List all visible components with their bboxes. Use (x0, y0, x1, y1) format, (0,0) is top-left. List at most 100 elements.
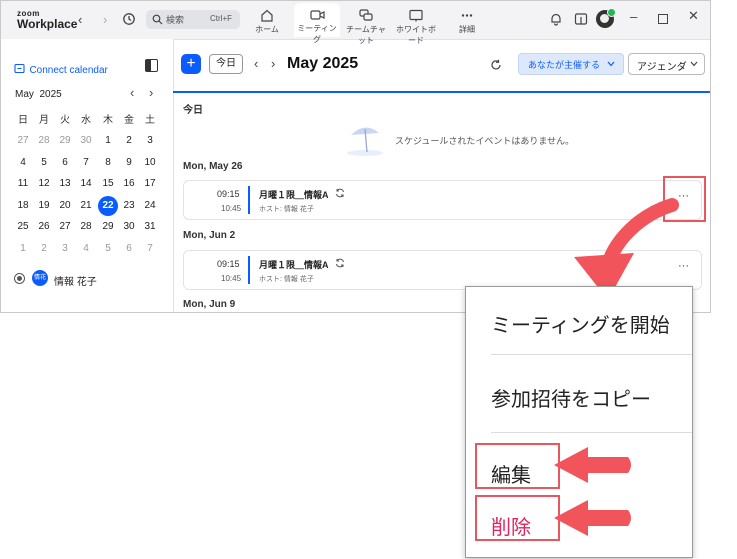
maximize-icon[interactable] (658, 14, 668, 24)
forward-arrow-icon[interactable]: › (103, 12, 107, 27)
meeting-start-time: 09:15 (217, 259, 240, 269)
new-meeting-button[interactable]: + (181, 54, 201, 74)
calendar-day[interactable]: 23 (118, 196, 140, 216)
close-icon[interactable]: ✕ (688, 8, 699, 24)
calendar-day[interactable]: 15 (97, 174, 119, 194)
search-icon (152, 14, 163, 25)
calendar-day-selected[interactable]: 22 (98, 195, 118, 216)
calendar-day[interactable]: 18 (12, 196, 34, 216)
weekday-label: 金 (124, 115, 134, 126)
tab-team-chat[interactable]: チームチャット (343, 3, 389, 45)
sidebar: Connect calendar May 2025 ‹ › 情花 情報 花子 日… (1, 39, 174, 312)
calendar-day[interactable]: 13 (54, 174, 76, 194)
weekday-label: 日 (18, 115, 28, 126)
calendar-day[interactable]: 6 (118, 239, 140, 259)
calendar-day[interactable]: 2 (118, 131, 140, 151)
tab-meetings[interactable]: ミーティング (294, 3, 340, 44)
whiteboard-icon (409, 9, 423, 22)
calendar-day[interactable]: 25 (12, 217, 34, 237)
history-icon[interactable] (122, 12, 136, 31)
beach-umbrella-icon (345, 123, 385, 162)
tab-more[interactable]: 詳細 (444, 3, 490, 37)
calendar-day[interactable]: 4 (75, 239, 97, 259)
prev-period-icon[interactable]: ‹ (254, 56, 258, 71)
refresh-icon[interactable] (490, 58, 502, 76)
view-select[interactable]: アジェンダ (628, 53, 705, 75)
calendar-day[interactable]: 21 (75, 196, 97, 216)
meeting-end-time: 10:45 (221, 204, 242, 213)
calendar-radio[interactable] (14, 273, 25, 284)
back-arrow-icon[interactable]: ‹ (78, 12, 82, 27)
weekday-label: 土 (145, 115, 155, 126)
meeting-host: ホスト: 情報 花子 (259, 206, 314, 213)
calendar-day[interactable]: 28 (33, 131, 55, 151)
calendar-day[interactable]: 27 (54, 217, 76, 237)
prev-month-icon[interactable]: ‹ (130, 85, 134, 100)
meeting-end-time: 10:45 (221, 274, 242, 283)
calendar-day[interactable]: 8 (97, 153, 119, 173)
sidebar-toggle-icon[interactable] (145, 59, 158, 72)
tab-home-label: ホーム (255, 25, 279, 34)
tab-home[interactable]: ホーム (244, 3, 290, 37)
calendar-day[interactable]: 19 (33, 196, 55, 216)
month-label: May (15, 89, 34, 100)
search-placeholder: 検索 (166, 15, 185, 25)
calendar-day[interactable]: 10 (139, 153, 161, 173)
host-filter-label: あなたが主催する (528, 60, 601, 70)
calendar-day[interactable]: 28 (75, 217, 97, 237)
calendar-day[interactable]: 24 (139, 196, 161, 216)
calendar-day[interactable]: 3 (54, 239, 76, 259)
calendar-day[interactable]: 30 (118, 217, 140, 237)
calendar-day[interactable]: 16 (118, 174, 140, 194)
host-filter-dropdown[interactable]: あなたが主催する (518, 53, 624, 75)
date-heading: Mon, Jun 9 (183, 299, 236, 310)
avatar[interactable] (596, 8, 616, 28)
calendar-day[interactable]: 4 (12, 153, 34, 173)
calendar-day[interactable]: 17 (139, 174, 161, 194)
calendar-day[interactable]: 12 (33, 174, 55, 194)
minimize-icon[interactable]: – (630, 9, 637, 24)
meeting-accent-bar (248, 186, 250, 214)
calendar-day[interactable]: 2 (33, 239, 55, 259)
next-month-icon[interactable]: › (149, 85, 153, 100)
recurring-icon (336, 188, 344, 198)
meeting-title: 月曜１限＿情報A (259, 190, 329, 200)
calendar-day[interactable]: 26 (33, 217, 55, 237)
calendar-day[interactable]: 31 (139, 217, 161, 237)
calendar-day[interactable]: 5 (97, 239, 119, 259)
search-input[interactable]: 検索 Ctrl+F (146, 10, 240, 29)
calendar-day[interactable]: 11 (12, 174, 34, 194)
calendar-day[interactable]: 30 (75, 131, 97, 151)
calendar-day[interactable]: 29 (97, 217, 119, 237)
calendar-day[interactable]: 20 (54, 196, 76, 216)
connect-calendar-link[interactable]: Connect calendar (14, 60, 108, 78)
copy-invite-menu-item[interactable]: 参加招待をコピー (491, 383, 651, 412)
calendar-day[interactable]: 1 (97, 131, 119, 151)
calendar-day[interactable]: 14 (75, 174, 97, 194)
calendar-app-icon[interactable] (574, 12, 588, 31)
menu-divider (491, 354, 692, 355)
calendar-day[interactable]: 3 (139, 131, 161, 151)
calendar-day[interactable]: 9 (118, 153, 140, 173)
today-button[interactable]: 今日 (209, 54, 243, 74)
next-period-icon[interactable]: › (271, 56, 275, 71)
calendar-day[interactable]: 7 (139, 239, 161, 259)
title-bar: zoom Workplace ‹ › 検索 Ctrl+F ホーム ミーティング … (1, 1, 710, 45)
calendar-day[interactable]: 29 (54, 131, 76, 151)
calendar-day[interactable]: 1 (12, 239, 34, 259)
start-meeting-menu-item[interactable]: ミーティングを開始 (491, 309, 670, 338)
calendar-day[interactable]: 7 (75, 153, 97, 173)
chevron-down-icon (690, 61, 698, 67)
tab-more-label: 詳細 (459, 25, 475, 34)
calendar-day[interactable]: 6 (54, 153, 76, 173)
chevron-down-icon (607, 61, 615, 67)
calendar-day[interactable]: 27 (12, 131, 34, 151)
notification-bell-icon[interactable] (549, 12, 563, 31)
tab-whiteboard[interactable]: ホワイトボード (393, 3, 439, 45)
weekday-label: 火 (60, 115, 70, 126)
weekday-label: 木 (103, 115, 113, 126)
date-heading: Mon, May 26 (183, 161, 243, 172)
logo-bottom: Workplace (17, 17, 78, 31)
calendar-day[interactable]: 5 (33, 153, 55, 173)
meeting-start-time: 09:15 (217, 189, 240, 199)
